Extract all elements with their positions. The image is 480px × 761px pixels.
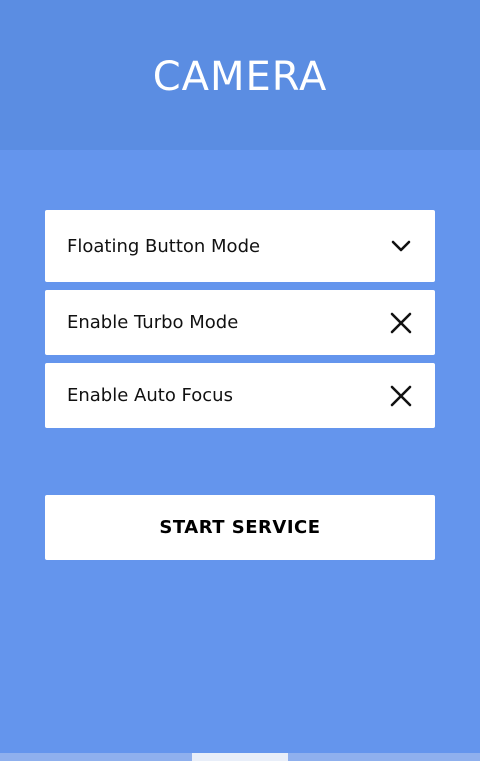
page-indicator-segment: [384, 753, 480, 761]
close-icon[interactable]: [389, 384, 413, 408]
page-indicator-active: [192, 753, 288, 761]
start-service-button[interactable]: START SERVICE: [45, 495, 435, 560]
enable-auto-focus-label: Enable Auto Focus: [67, 385, 233, 406]
page-indicator-segment: [288, 753, 384, 761]
enable-auto-focus-option[interactable]: Enable Auto Focus: [45, 363, 435, 428]
chevron-down-icon[interactable]: [389, 234, 413, 258]
floating-button-mode-dropdown[interactable]: Floating Button Mode: [45, 210, 435, 282]
page-indicator-segment: [0, 753, 96, 761]
floating-button-mode-label: Floating Button Mode: [67, 235, 261, 257]
camera-screen: CAMERA Floating Button Mode Enable Turbo…: [0, 0, 480, 761]
enable-turbo-mode-option[interactable]: Enable Turbo Mode: [45, 290, 435, 355]
enable-turbo-mode-label: Enable Turbo Mode: [67, 312, 239, 333]
app-header: CAMERA: [0, 0, 480, 150]
page-indicator-segment: [96, 753, 192, 761]
close-icon[interactable]: [389, 311, 413, 335]
page-title: CAMERA: [152, 54, 328, 100]
page-indicator: [0, 753, 480, 761]
